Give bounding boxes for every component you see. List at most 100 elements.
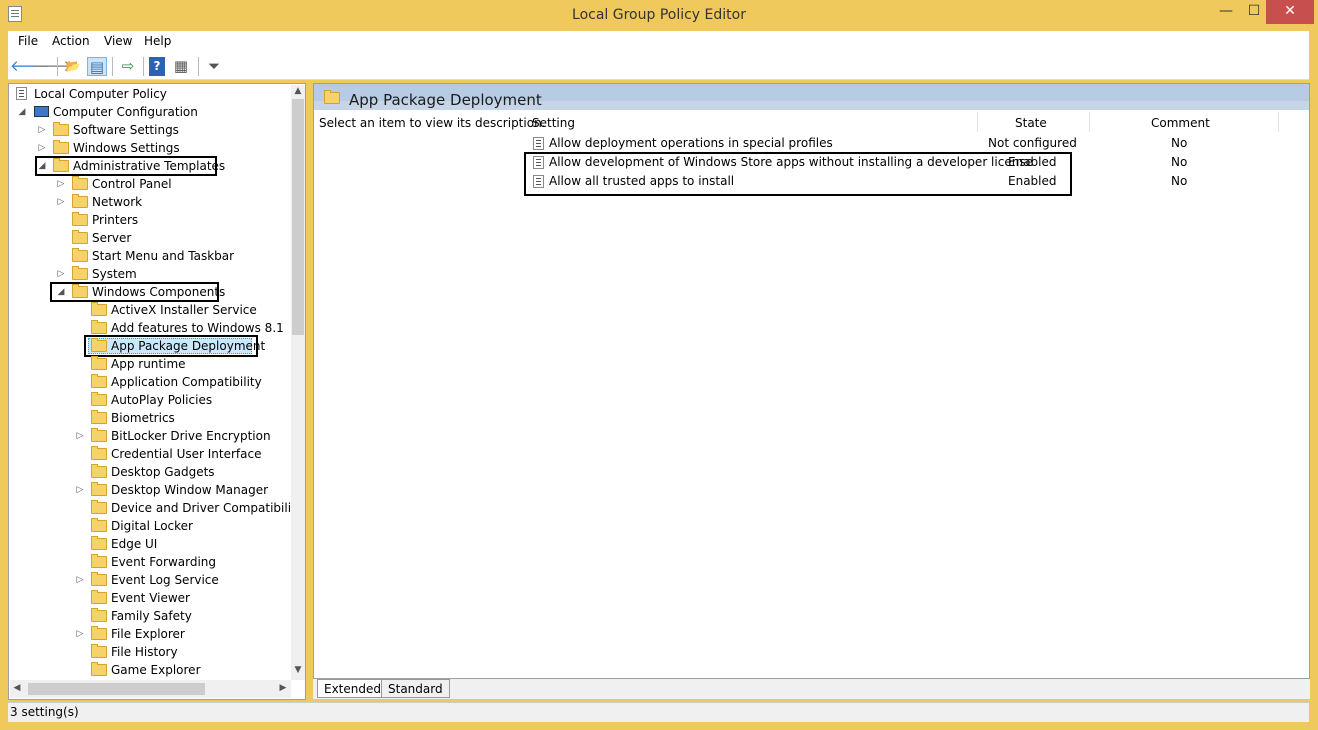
folder-icon [53,140,69,154]
menu-file[interactable]: File [18,34,38,48]
folder-icon [91,374,107,388]
maximize-button[interactable]: ☐ [1240,0,1268,24]
tree-node-label: Administrative Templates [73,159,226,173]
back-arrow-icon[interactable]: 🡐 [10,57,50,76]
tree-node-label: Network [92,195,143,209]
folder-icon [72,266,88,280]
policy-document-icon [16,87,27,100]
tree-node-label: Biometrics [111,411,175,425]
policy-comment: No [1171,155,1188,169]
column-separator[interactable] [1089,112,1090,132]
scroll-left-icon[interactable]: ◀ [10,683,24,693]
show-hide-tree-icon[interactable]: ▤ [87,57,107,76]
folder-icon [91,320,107,334]
tree-node-label: App runtime [111,357,186,371]
status-bar: 3 setting(s) [8,702,1309,722]
close-button[interactable]: ✕ [1266,0,1314,24]
tree-node-label: Local Computer Policy [34,87,167,101]
tree-node-label: Application Compatibility [111,375,262,389]
status-text: 3 setting(s) [10,705,79,719]
tree-node-label: Game Explorer [111,663,201,677]
folder-icon [91,500,107,514]
tree-node-label: Desktop Window Manager [111,483,269,497]
scroll-right-icon[interactable]: ▶ [276,683,290,693]
policy-setting-name: Allow deployment operations in special p… [549,136,833,150]
folder-icon [91,482,107,496]
tree-horizontal-scrollbar[interactable]: ◀ ▶ [10,680,291,698]
policy-row[interactable]: Allow deployment operations in special p… [526,134,1306,153]
tab-standard[interactable]: Standard [381,679,450,698]
folder-icon [91,410,107,424]
folder-icon [72,194,88,208]
export-list-icon[interactable]: ⇨ [118,57,138,76]
expand-arrow-icon[interactable]: ▷ [37,139,47,157]
policy-comment: No [1171,136,1188,150]
menu-view[interactable]: View [104,34,132,48]
tree-node-label: Computer Configuration [53,105,198,119]
folder-icon [53,158,69,172]
expand-arrow-icon[interactable]: ▷ [75,625,85,643]
properties-icon[interactable]: ▦ [171,57,191,76]
tree-node-label: Device and Driver Compatibility [111,501,303,515]
menu-action[interactable]: Action [52,34,90,48]
scroll-down-icon[interactable]: ▼ [291,665,305,675]
menu-help[interactable]: Help [144,34,171,48]
folder-icon [91,464,107,478]
annotation-box [524,152,1072,196]
description-text: Select an item to view its description. [319,116,546,130]
forward-arrow-icon[interactable]: 🡒 [32,57,72,76]
minimize-button[interactable]: — [1212,0,1240,24]
tab-extended[interactable]: Extended [317,679,388,698]
folder-icon [91,446,107,460]
policy-tree[interactable]: Local Computer Policy ◢ Computer Configu… [8,83,306,700]
column-header-comment[interactable]: Comment [1151,114,1210,132]
folder-icon [72,212,88,226]
folder-icon [91,302,107,316]
folder-icon [91,338,107,352]
scroll-up-icon[interactable]: ▲ [291,86,305,96]
column-separator[interactable] [1278,112,1279,132]
tree-node-label: System [92,267,137,281]
help-icon[interactable]: ? [149,57,165,76]
tree-node-label: Digital Locker [111,519,193,533]
folder-icon [91,608,107,622]
folder-icon [91,536,107,550]
filter-icon[interactable]: ⏷ [204,57,224,76]
toolbar-separator [112,57,113,76]
expand-arrow-icon[interactable]: ▷ [56,265,66,283]
menu-bar: File Action View Help [8,31,1309,53]
tree-node-label: BitLocker Drive Encryption [111,429,271,443]
column-separator[interactable] [977,112,978,132]
folder-icon [91,356,107,370]
scrollbar-thumb[interactable] [292,99,304,335]
expand-arrow-icon[interactable]: ▷ [75,571,85,589]
tree-node-label: Event Forwarding [111,555,217,569]
folder-icon [72,176,88,190]
expand-arrow-icon[interactable]: ▷ [56,175,66,193]
tree-vertical-scrollbar[interactable]: ▲ ▼ [291,85,305,680]
expand-arrow-icon[interactable]: ▷ [75,427,85,445]
folder-icon [91,590,107,604]
collapse-arrow-icon[interactable]: ◢ [17,103,27,121]
policy-state: Not configured [988,136,1077,150]
expand-arrow-icon[interactable]: ▷ [37,121,47,139]
tree-node-label: Family Safety [111,609,192,623]
column-header-state[interactable]: State [1015,114,1047,132]
pane-title: App Package Deployment [349,91,542,109]
policy-setting-icon [533,137,544,150]
scrollbar-thumb[interactable] [28,683,205,695]
toolbar-separator [198,57,199,76]
toolbar: 🡐 🡒 📂 ▤ ⇨ ? ▦ ⏷ [8,53,1309,80]
tree-node-label: File Explorer [111,627,185,641]
view-tabs: Extended Standard [313,679,1310,699]
tree-node-label: Windows Settings [73,141,180,155]
expand-arrow-icon[interactable]: ▷ [56,193,66,211]
up-folder-icon[interactable]: 📂 [63,57,83,76]
column-header-setting[interactable]: Setting [532,114,575,132]
folder-icon [91,644,107,658]
tree-node-label: Start Menu and Taskbar [92,249,235,263]
expand-arrow-icon[interactable]: ▷ [75,481,85,499]
tree-node-label: ActiveX Installer Service [111,303,257,317]
tree-node-label: Event Log Service [111,573,219,587]
tree-node-label: Credential User Interface [111,447,262,461]
